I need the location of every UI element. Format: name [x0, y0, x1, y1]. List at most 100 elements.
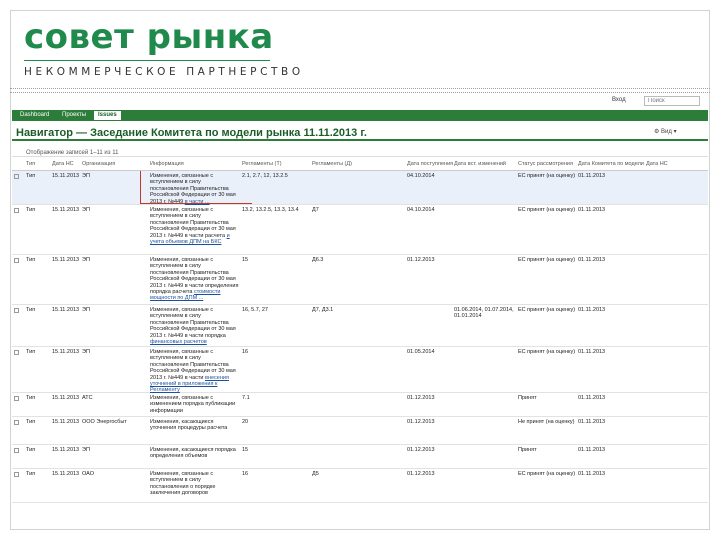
info-text: Изменения, касающиеся порядка определени… — [150, 447, 236, 460]
table-row[interactable]: Тип 15.11.2013 ЭП 16 01.05.2014 ЕС принят (на… — [12, 347, 708, 393]
table-row[interactable]: Тип 15.11.2013 ОАО 16 Д5 01.12.2013 ЕС принят … — [12, 469, 708, 503]
table-row[interactable]: Тип 15.11.2013 ООО Энергосбыт 20 01.12.2013 Н… — [12, 417, 708, 445]
cell-info[interactable]: Изменения, связанные с вступлением в сил… — [150, 349, 240, 394]
cell-date-in: 01.12.2013 — [407, 447, 435, 453]
cell-reg-t: 16 — [242, 471, 249, 477]
cell-org: ЭП — [82, 207, 90, 213]
cell-reg-t: 15 — [242, 257, 249, 263]
table-row[interactable]: Тип 15.11.2013 ЭП 2.1, 2.7, 12, 13.2.5 04.10… — [12, 171, 708, 205]
brand-logo: совет рынка — [24, 17, 274, 57]
cell-type[interactable]: Тип — [26, 447, 35, 453]
divider-top-2 — [10, 92, 710, 93]
cell-date-cmt: 01.11.2013 — [578, 307, 606, 313]
brand-header: совет рынка НЕКОММЕРЧЕСКОЕ ПАРТНЕРСТВО — [24, 18, 304, 78]
search-input[interactable] — [644, 96, 700, 106]
highlight-annotation — [140, 171, 252, 204]
cell-date: 15.11.2013 — [52, 207, 80, 213]
table-row[interactable]: Тип 15.11.2013 ЭП 13.2, 13.2.5, 13.3, 13.4 Д… — [12, 205, 708, 255]
cell-reg-d: Д6.3 — [312, 257, 324, 263]
cell-date-cmt: 01.11.2013 — [578, 471, 606, 477]
col-date-in[interactable]: Дата поступления — [407, 161, 453, 167]
row-checkbox[interactable] — [14, 396, 19, 401]
cell-type[interactable]: Тип — [26, 471, 35, 477]
cell-date-in: 04.10.2014 — [407, 173, 435, 179]
table-row[interactable]: Тип 15.11.2013 ЭП 15 Д6.3 01.12.2013 ЕС принят… — [12, 255, 708, 305]
cell-date: 15.11.2013 — [52, 257, 80, 263]
row-checkbox[interactable] — [14, 258, 19, 263]
cell-date: 15.11.2013 — [52, 419, 80, 425]
info-text: Изменения, связанные с изменением порядк… — [150, 395, 236, 414]
col-date[interactable]: Дата НС — [52, 161, 74, 167]
cell-date-cmt: 01.11.2013 — [578, 349, 606, 355]
cell-date-in: 01.12.2013 — [407, 471, 435, 477]
cell-reg-t: 20 — [242, 419, 249, 425]
top-bar: Вход — [12, 96, 708, 108]
row-checkbox[interactable] — [14, 174, 19, 179]
cell-type[interactable]: Тип — [26, 349, 35, 355]
row-checkbox[interactable] — [14, 472, 19, 477]
row-checkbox[interactable] — [14, 350, 19, 355]
cell-date-cmt: 01.11.2013 — [578, 207, 606, 213]
cell-type[interactable]: Тип — [26, 395, 35, 401]
info-link[interactable]: финансовых расчетов — [150, 339, 207, 345]
cell-status: ЕС принят (на оценку) — [518, 307, 576, 313]
row-checkbox[interactable] — [14, 420, 19, 425]
row-checkbox[interactable] — [14, 208, 19, 213]
cell-type[interactable]: Тип — [26, 207, 35, 213]
brand-subtitle: НЕКОММЕРЧЕСКОЕ ПАРТНЕРСТВО — [24, 66, 304, 78]
cell-status: ЕС принят (на оценку) — [518, 471, 576, 477]
col-date-ns[interactable]: Дата НС — [646, 161, 668, 167]
col-reg-d[interactable]: Регламенты (Д) — [312, 161, 352, 167]
cell-org: ОАО — [82, 471, 94, 477]
cell-info[interactable]: Изменения, касающиеся порядка определени… — [150, 447, 240, 460]
nav-tabs: Dashboard Проекты Issues — [12, 110, 708, 121]
table-row[interactable]: Тип 15.11.2013 АТС 7.1 01.12.2013 Принят 01.11… — [12, 393, 708, 417]
cell-info[interactable]: Изменения, связанные с вступлением в сил… — [150, 471, 240, 497]
col-type[interactable]: Тип — [26, 161, 35, 167]
cell-date-in: 01.12.2013 — [407, 257, 435, 263]
cell-reg-t: 15 — [242, 447, 249, 453]
cell-status: Не принят (на оценку) — [518, 419, 575, 425]
cell-status: ЕС принят (на оценку) — [518, 257, 576, 263]
tab-issues[interactable]: Issues — [94, 111, 121, 120]
cell-date-cmt: 01.11.2013 — [578, 419, 606, 425]
cell-org: ЭП — [82, 349, 90, 355]
col-org[interactable]: Организация — [82, 161, 115, 167]
info-text: Изменения, связанные с вступлением в сил… — [150, 471, 216, 497]
row-checkbox[interactable] — [14, 308, 19, 313]
cell-status: Принят — [518, 395, 537, 401]
cell-type[interactable]: Тип — [26, 257, 35, 263]
cell-info[interactable]: Изменения, связанные с вступлением в сил… — [150, 207, 240, 245]
table-row[interactable]: Тип 15.11.2013 ЭП 15 01.12.2013 Принят 01.11.2… — [12, 445, 708, 469]
cell-org: ЭП — [82, 307, 90, 313]
user-link[interactable]: Вход — [612, 97, 626, 103]
col-date-change[interactable]: Дата вст. изменений — [454, 161, 506, 167]
col-date-cmt[interactable]: Дата Комитета по модели — [578, 161, 644, 167]
col-status[interactable]: Статус рассмотрения — [518, 161, 573, 167]
cell-date-in: 04.10.2014 — [407, 207, 435, 213]
cell-org: ЭП — [82, 447, 90, 453]
tab-projects[interactable]: Проекты — [58, 111, 90, 120]
table-row[interactable]: Тип 15.11.2013 ЭП 16, 5.7, 27 Д7, Д3.1 01.06.… — [12, 305, 708, 347]
cell-org: ЭП — [82, 257, 90, 263]
cell-info[interactable]: Изменения, связанные с вступлением в сил… — [150, 307, 240, 345]
col-reg-t[interactable]: Регламенты (Т) — [242, 161, 282, 167]
cell-type[interactable]: Тип — [26, 173, 35, 179]
view-tools[interactable]: ⚙ Вид ▾ — [654, 128, 677, 135]
col-info[interactable]: Информация — [150, 161, 184, 167]
cell-type[interactable]: Тип — [26, 307, 35, 313]
tab-dashboard[interactable]: Dashboard — [16, 111, 53, 120]
cell-date-cmt: 01.11.2013 — [578, 447, 606, 453]
cell-reg-t: 16 — [242, 349, 249, 355]
cell-info[interactable]: Изменения, связанные с вступлением в сил… — [150, 257, 240, 302]
cell-type[interactable]: Тип — [26, 419, 35, 425]
row-checkbox[interactable] — [14, 448, 19, 453]
cell-date-change: 01.06.2014, 01.07.2014, 01.01.2014 — [454, 307, 514, 319]
cell-info[interactable]: Изменения, касающиеся уточнения процедур… — [150, 419, 240, 432]
cell-date-in: 01.12.2013 — [407, 395, 435, 401]
cell-info[interactable]: Изменения, связанные с изменением порядк… — [150, 395, 240, 414]
cell-date: 15.11.2013 — [52, 447, 80, 453]
cell-date-in: 01.12.2013 — [407, 419, 435, 425]
cell-org: ООО Энергосбыт — [82, 419, 127, 425]
cell-date: 15.11.2013 — [52, 307, 80, 313]
